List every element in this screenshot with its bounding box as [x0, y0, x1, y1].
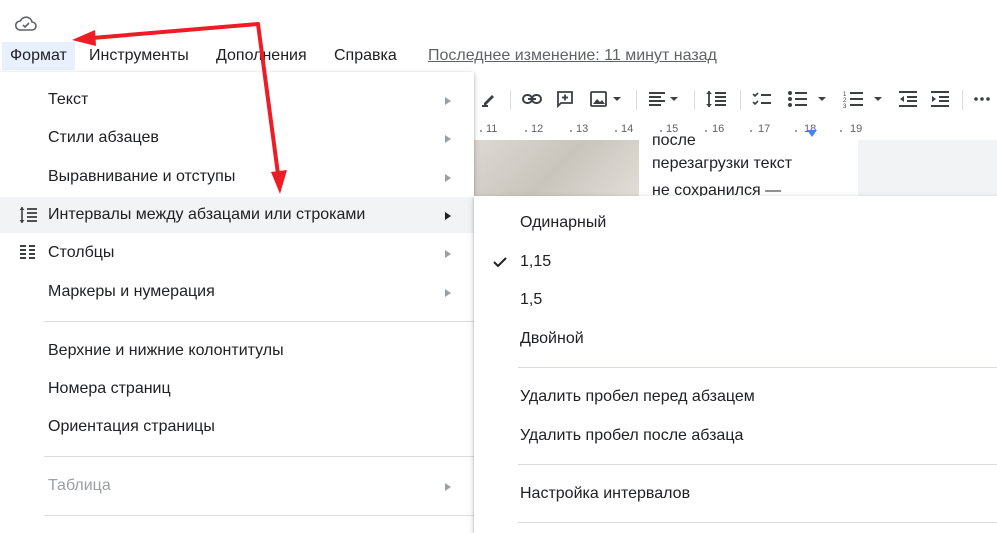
- last-edit-link[interactable]: Последнее изменение: 11 минут назад: [428, 42, 717, 70]
- align-icon[interactable]: [644, 84, 684, 114]
- menu-item-label: Таблица: [48, 477, 111, 494]
- ruler-dot: [525, 130, 527, 132]
- insert-image-icon[interactable]: [586, 84, 626, 114]
- decrease-indent-icon[interactable]: [894, 84, 922, 114]
- ruler-tick: 17: [758, 123, 771, 135]
- ruler-tick: 11: [486, 123, 498, 135]
- submenu-arrow-icon: [445, 174, 451, 182]
- submenu-item-label: Удалить пробел после абзаца: [520, 427, 744, 444]
- submenu-item-label: 1,15: [520, 253, 552, 270]
- menu-item-paragraph-styles[interactable]: Стили абзацев: [0, 120, 474, 156]
- link-icon[interactable]: [518, 84, 546, 114]
- menu-item-label: Маркеры и нумерация: [48, 283, 215, 300]
- document-text-line[interactable]: после: [652, 132, 696, 150]
- toolbar-divider: [740, 90, 741, 110]
- submenu-divider: [518, 522, 997, 523]
- ruler-dot: [615, 130, 617, 132]
- submenu-divider: [518, 464, 997, 465]
- submenu-item-label: Двойной: [520, 330, 584, 347]
- menu-format[interactable]: Формат: [2, 42, 75, 70]
- submenu-item-double[interactable]: Двойной: [474, 321, 997, 357]
- submenu-arrow-icon: [445, 97, 451, 105]
- ruler-dot: [795, 130, 797, 132]
- menu-addons[interactable]: Дополнения: [208, 42, 315, 70]
- menu-item-label: Стили абзацев: [48, 129, 159, 146]
- ruler-tick: 16: [712, 123, 725, 135]
- columns-icon: [20, 245, 35, 259]
- toolbar: 123: [474, 84, 997, 116]
- menu-item-label: Ориентация страницы: [48, 418, 215, 435]
- document-image[interactable]: [474, 140, 639, 200]
- menu-item-label: Столбцы: [48, 244, 115, 261]
- submenu-item-1-5[interactable]: 1,5: [474, 282, 997, 318]
- menu-item-headers-footers[interactable]: Верхние и нижние колонтитулы: [0, 333, 474, 369]
- numbered-list-icon[interactable]: 123: [840, 84, 888, 114]
- submenu-item-remove-space-before[interactable]: Удалить пробел перед абзацем: [474, 379, 997, 415]
- menu-item-label: Интервалы между абзацами или строками: [48, 206, 366, 223]
- checklist-icon[interactable]: [748, 84, 776, 114]
- menu-divider: [44, 456, 474, 457]
- toolbar-divider: [510, 90, 511, 110]
- ruler-tick: 12: [531, 123, 544, 135]
- format-menu: Текст Стили абзацев Выравнивание и отсту…: [0, 72, 474, 533]
- menu-help[interactable]: Справка: [326, 42, 405, 70]
- menu-item-label: Номера страниц: [48, 380, 171, 397]
- menubar: Формат Инструменты Дополнения Справка По…: [0, 42, 997, 70]
- line-spacing-icon[interactable]: [702, 84, 730, 114]
- ruler-dot: [750, 130, 752, 132]
- submenu-item-custom-spacing[interactable]: Настройка интервалов: [474, 476, 997, 512]
- menu-item-page-orientation[interactable]: Ориентация страницы: [0, 409, 474, 445]
- highlighter-icon[interactable]: [476, 84, 502, 114]
- toolbar-divider: [636, 90, 637, 110]
- submenu-divider: [518, 367, 997, 368]
- submenu-item-remove-space-after[interactable]: Удалить пробел после абзаца: [474, 418, 997, 454]
- add-comment-icon[interactable]: [552, 84, 578, 114]
- right-margin-marker[interactable]: [807, 130, 817, 138]
- ruler-dot: [570, 130, 572, 132]
- menu-item-label: Верхние и нижние колонтитулы: [48, 342, 284, 359]
- menu-item-table: Таблица: [0, 468, 474, 504]
- submenu-item-label: Удалить пробел перед абзацем: [520, 388, 755, 405]
- ruler-tick: 14: [621, 123, 634, 135]
- toolbar-divider: [962, 90, 963, 110]
- line-spacing-icon: [19, 207, 37, 223]
- increase-indent-icon[interactable]: [926, 84, 954, 114]
- submenu-arrow-icon: [445, 212, 451, 220]
- menu-item-align-indent[interactable]: Выравнивание и отступы: [0, 159, 474, 195]
- ruler-dot: [480, 130, 482, 132]
- document-text-line[interactable]: перезагрузки текст: [652, 155, 792, 173]
- menu-item-page-numbers[interactable]: Номера страниц: [0, 371, 474, 407]
- menu-item-label: Выравнивание и отступы: [48, 168, 236, 185]
- ruler-dot: [840, 130, 842, 132]
- menu-divider: [44, 515, 474, 516]
- ruler-tick: 19: [850, 123, 863, 135]
- line-spacing-submenu: Одинарный 1,15 1,5 Двойной Удалить пробе…: [474, 196, 997, 533]
- menu-item-columns[interactable]: Столбцы: [0, 235, 474, 271]
- ruler[interactable]: 11 12 13 14 15 16 17 18 19: [474, 122, 997, 141]
- submenu-item-label: 1,5: [520, 291, 543, 308]
- submenu-item-single[interactable]: Одинарный: [474, 205, 997, 241]
- ruler-dot: [705, 130, 707, 132]
- menu-item-line-spacing[interactable]: Интервалы между абзацами или строками: [0, 197, 474, 233]
- bulleted-list-icon[interactable]: [784, 84, 832, 114]
- submenu-item-label: Настройка интервалов: [520, 485, 691, 502]
- more-icon[interactable]: [970, 84, 994, 114]
- menu-item-label: Текст: [48, 91, 89, 108]
- submenu-item-label: Одинарный: [520, 214, 607, 231]
- submenu-arrow-icon: [445, 483, 451, 491]
- submenu-arrow-icon: [445, 289, 451, 297]
- cloud-saved-icon[interactable]: [14, 14, 38, 34]
- menu-item-text[interactable]: Текст: [0, 82, 474, 118]
- ruler-tick: 13: [576, 123, 589, 135]
- svg-text:3: 3: [843, 104, 847, 109]
- menu-item-bullets-numbering[interactable]: Маркеры и нумерация: [0, 274, 474, 310]
- checkmark-icon: [493, 257, 507, 268]
- submenu-item-1-15[interactable]: 1,15: [474, 244, 997, 280]
- menu-divider: [44, 321, 474, 322]
- submenu-arrow-icon: [445, 250, 451, 258]
- toolbar-divider: [694, 90, 695, 110]
- submenu-arrow-icon: [445, 135, 451, 143]
- menu-tools[interactable]: Инструменты: [81, 42, 197, 70]
